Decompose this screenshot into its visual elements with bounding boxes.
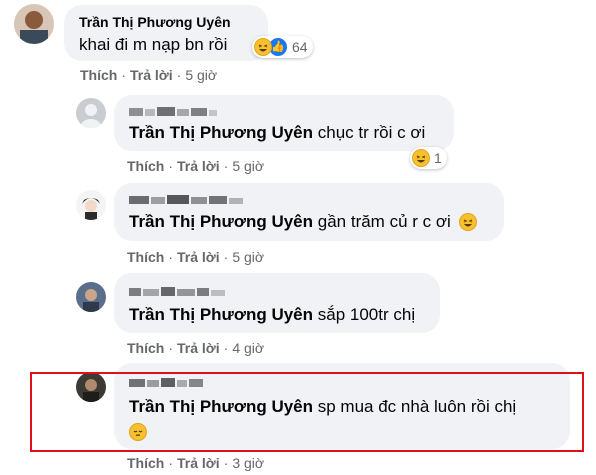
reply-actions: Thích · Trả lời · 5 giờ	[127, 158, 264, 174]
reply-bubble: Trần Thị Phương Uyên sắp 100tr chị	[114, 273, 440, 333]
timestamp[interactable]: 5 giờ	[185, 67, 217, 83]
mention-tag[interactable]: Trần Thị Phương Uyên	[129, 123, 313, 142]
avatar-photo	[76, 190, 106, 220]
reply-text: Trần Thị Phương Uyên gần trăm củ r c ơi	[129, 212, 477, 232]
mention-tag[interactable]: Trần Thị Phương Uyên	[129, 212, 313, 231]
separator: ·	[176, 67, 182, 83]
timestamp[interactable]: 4 giờ	[232, 340, 264, 356]
reply-link[interactable]: Trả lời	[177, 158, 220, 174]
comment-actions: Thích · Trả lời · 5 giờ	[80, 67, 217, 83]
reply-actions: Thích · Trả lời · 5 giờ	[127, 249, 264, 265]
reply-link[interactable]: Trả lời	[177, 340, 220, 356]
blurred-author-name	[129, 285, 229, 297]
reply-message: gần trăm củ r c ơi	[313, 212, 451, 231]
separator: ·	[223, 249, 229, 265]
separator: ·	[121, 67, 127, 83]
reply-actions: Thích · Trả lời · 3 giờ	[127, 455, 264, 471]
reply-link[interactable]: Trả lời	[177, 249, 220, 265]
reply-link[interactable]: Trả lời	[130, 67, 173, 83]
separator: ·	[223, 340, 229, 356]
reply-message: sắp 100tr chị	[313, 305, 416, 324]
avatar[interactable]	[14, 4, 54, 44]
like-link[interactable]: Thích	[127, 455, 164, 471]
like-link[interactable]: Thích	[80, 67, 117, 83]
timestamp[interactable]: 5 giờ	[232, 158, 264, 174]
reply-bubble: Trần Thị Phương Uyên chục tr rồi c ơi	[114, 95, 454, 151]
reply-avatar[interactable]	[76, 98, 106, 128]
laughing-emoji-icon	[412, 149, 430, 167]
blurred-author-name	[129, 193, 249, 205]
reaction-summary[interactable]: 1	[410, 147, 447, 169]
avatar-photo	[76, 282, 106, 312]
reply-message: chục tr rồi c ơi	[313, 123, 426, 142]
separator: ·	[223, 455, 229, 471]
blurred-author-name	[129, 105, 219, 117]
laughing-emoji-icon	[254, 38, 272, 56]
reply-bubble: Trần Thị Phương Uyên gần trăm củ r c ơi	[114, 183, 504, 241]
reaction-count: 64	[292, 39, 308, 55]
separator: ·	[223, 158, 229, 174]
reply-avatar[interactable]	[76, 190, 106, 220]
reply-text: Trần Thị Phương Uyên sắp 100tr chị	[129, 305, 415, 325]
reply-avatar[interactable]	[76, 282, 106, 312]
separator: ·	[168, 340, 174, 356]
laughing-emoji-icon	[458, 213, 477, 231]
comment-text: khai đi m nạp bn rồi	[79, 35, 228, 54]
like-link[interactable]: Thích	[127, 340, 164, 356]
reaction-summary[interactable]: 👍 64	[252, 36, 313, 58]
timestamp[interactable]: 3 giờ	[232, 455, 264, 471]
mention-tag[interactable]: Trần Thị Phương Uyên	[129, 305, 313, 324]
default-avatar-icon	[76, 98, 106, 128]
reply-text: Trần Thị Phương Uyên chục tr rồi c ơi	[129, 123, 425, 143]
separator: ·	[168, 249, 174, 265]
comment-author[interactable]: Trần Thị Phương Uyên	[79, 14, 231, 30]
timestamp[interactable]: 5 giờ	[232, 249, 264, 265]
like-link[interactable]: Thích	[127, 249, 164, 265]
separator: ·	[168, 455, 174, 471]
highlight-frame	[30, 372, 584, 452]
avatar-photo	[14, 4, 54, 44]
reply-actions: Thích · Trả lời · 4 giờ	[127, 340, 264, 356]
reaction-count: 1	[434, 150, 442, 166]
separator: ·	[168, 158, 174, 174]
comment-bubble: Trần Thị Phương Uyên khai đi m nạp bn rồ…	[64, 5, 268, 61]
like-link[interactable]: Thích	[127, 158, 164, 174]
reply-link[interactable]: Trả lời	[177, 455, 220, 471]
